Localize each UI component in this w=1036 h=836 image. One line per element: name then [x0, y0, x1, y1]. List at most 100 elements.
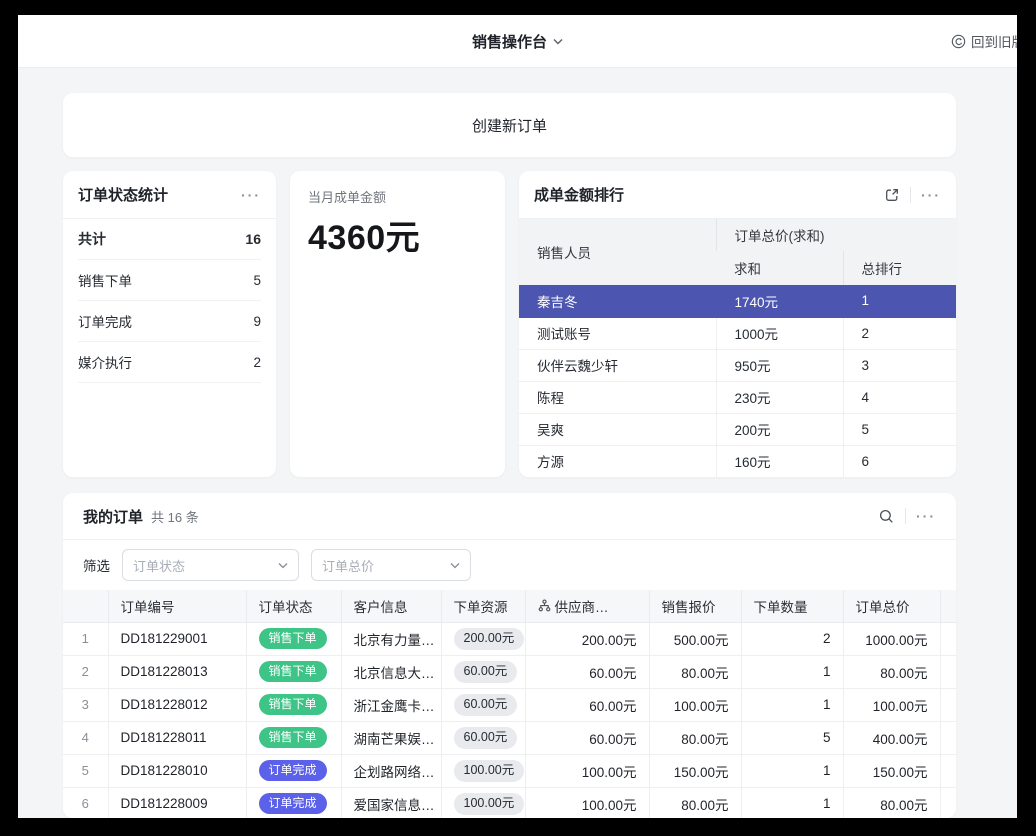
sales-quote-cell: 100.00元: [649, 688, 741, 721]
quantity-cell: 5: [741, 721, 843, 754]
order-status-cell: 销售下单: [246, 655, 341, 688]
order-row[interactable]: 2 DD181228013 销售下单 北京信息大… 60.00元 60.00元 …: [63, 655, 956, 688]
customer-info-cell: 北京有力量…: [341, 622, 441, 655]
orders-table-body: 1 DD181229001 销售下单 北京有力量… 200.00元 200.00…: [63, 622, 956, 818]
supplier-amount-cell: 60.00元: [525, 721, 649, 754]
sales-quote-cell: 500.00元: [649, 622, 741, 655]
app-window: 销售操作台 回到旧版 创建新订单 订单状态统计: [18, 15, 1017, 818]
back-label: 回到旧版: [971, 31, 1017, 51]
order-row[interactable]: 5 DD181228010 订单完成 企划路网络… 100.00元 100.00…: [63, 754, 956, 787]
order-row[interactable]: 6 DD181228009 订单完成 爱国家信息… 100.00元 100.00…: [63, 787, 956, 818]
page-content: 创建新订单 订单状态统计 ··· 共计 16 销售下单 5: [18, 68, 1017, 818]
filter-label: 筛选: [83, 555, 110, 575]
ranking-sum-value: 200元: [716, 413, 843, 445]
ranking-person-name: 方源: [519, 445, 716, 477]
status-row-order-complete[interactable]: 订单完成 9: [78, 301, 261, 342]
order-row[interactable]: 4 DD181228011 销售下单 湖南芒果娱… 60.00元 60.00元 …: [63, 721, 956, 754]
order-row[interactable]: 1 DD181229001 销售下单 北京有力量… 200.00元 200.00…: [63, 622, 956, 655]
order-number-cell: DD181228011: [108, 721, 246, 754]
col-customer-info[interactable]: 客户信息: [341, 590, 441, 622]
ranking-row[interactable]: 方源 160元 6: [519, 445, 956, 477]
order-total-cell: 400.00元: [843, 721, 940, 754]
sales-quote-cell: 80.00元: [649, 787, 741, 818]
status-row-media-exec[interactable]: 媒介执行 2: [78, 342, 261, 383]
status-value: 9: [253, 314, 261, 329]
status-row-total[interactable]: 共计 16: [78, 219, 261, 260]
order-resource-cell: 200.00元: [441, 622, 525, 655]
col-order-quantity[interactable]: 下单数量: [741, 590, 843, 622]
more-menu-icon[interactable]: ···: [916, 508, 936, 524]
filler-cell: [940, 655, 956, 688]
order-total-cell: 80.00元: [843, 655, 940, 688]
order-row-number: 3: [63, 688, 108, 721]
status-value: 5: [253, 273, 261, 288]
resource-amount-pill: 200.00元: [454, 628, 525, 650]
ranking-row[interactable]: 伙伴云魏少轩 950元 3: [519, 349, 956, 381]
order-number-cell: DD181229001: [108, 622, 246, 655]
order-status-cell: 订单完成: [246, 754, 341, 787]
order-row-number: 2: [63, 655, 108, 688]
ranking-person-name: 秦吉冬: [519, 285, 716, 317]
order-resource-cell: 60.00元: [441, 721, 525, 754]
export-icon[interactable]: [884, 187, 900, 203]
status-label: 媒介执行: [78, 352, 132, 372]
search-icon[interactable]: [878, 508, 895, 525]
ranking-rank-value: 1: [843, 285, 956, 317]
ranking-rank-value: 5: [843, 413, 956, 445]
resource-amount-pill: 60.00元: [454, 661, 518, 683]
ranking-rank-value: 3: [843, 349, 956, 381]
more-menu-icon[interactable]: ···: [241, 187, 261, 203]
col-order-number[interactable]: 订单编号: [108, 590, 246, 622]
ranking-row[interactable]: 吴爽 200元 5: [519, 413, 956, 445]
create-order-button[interactable]: 创建新订单: [63, 93, 956, 157]
chevron-down-icon: [553, 38, 563, 45]
monthly-amount-card: 当月成单金额 4360元: [290, 171, 505, 477]
col-order-status[interactable]: 订单状态: [246, 590, 341, 622]
order-total-cell: 1000.00元: [843, 622, 940, 655]
orders-card-header: 我的订单 共 16 条 ···: [63, 493, 956, 540]
ranking-card-header: 成单金额排行 ···: [519, 171, 956, 219]
filter-row: 筛选 订单状态 订单总价: [63, 540, 956, 590]
orders-count: 共 16 条: [151, 507, 199, 526]
order-row-number: 1: [63, 622, 108, 655]
row-number-header: [63, 590, 108, 622]
ranking-col-person: 销售人员: [519, 219, 716, 285]
order-row[interactable]: 3 DD181228012 销售下单 浙江金鹰卡… 60.00元 60.00元 …: [63, 688, 956, 721]
topbar: 销售操作台 回到旧版: [18, 15, 1017, 68]
ranking-row[interactable]: 陈程 230元 4: [519, 381, 956, 413]
orders-table-header-row: 订单编号 订单状态 客户信息 下单资源: [63, 590, 956, 622]
chevron-down-icon: [450, 562, 460, 569]
more-menu-icon[interactable]: ···: [921, 187, 941, 203]
status-row-sales-order[interactable]: 销售下单 5: [78, 260, 261, 301]
filler-cell: [940, 787, 956, 818]
quantity-cell: 1: [741, 787, 843, 818]
back-to-old-version-button[interactable]: 回到旧版: [951, 31, 1017, 51]
filler-cell: [940, 754, 956, 787]
ranking-person-name: 陈程: [519, 381, 716, 413]
order-status-cell: 销售下单: [246, 721, 341, 754]
status-value: 2: [253, 355, 261, 370]
ranking-col-rank: 总排行: [843, 251, 956, 285]
quantity-cell: 1: [741, 754, 843, 787]
col-sales-quote[interactable]: 销售报价: [649, 590, 741, 622]
dashboard-title-dropdown[interactable]: 销售操作台: [472, 31, 563, 52]
supplier-amount-cell: 60.00元: [525, 688, 649, 721]
orders-title: 我的订单: [83, 506, 143, 527]
order-total-filter-select[interactable]: 订单总价: [311, 549, 471, 581]
order-number-cell: DD181228012: [108, 688, 246, 721]
page-title: 销售操作台: [472, 31, 547, 52]
resource-amount-pill: 60.00元: [454, 727, 518, 749]
col-order-total[interactable]: 订单总价: [843, 590, 940, 622]
ranking-col-group: 订单总价(求和): [716, 219, 956, 251]
filler-cell: [940, 622, 956, 655]
order-resource-cell: 100.00元: [441, 754, 525, 787]
ranking-row[interactable]: 测试账号 1000元 2: [519, 317, 956, 349]
col-supplier[interactable]: 供应商…: [525, 590, 649, 622]
col-order-resource[interactable]: 下单资源: [441, 590, 525, 622]
ranking-row[interactable]: 秦吉冬 1740元 1: [519, 285, 956, 317]
resource-amount-pill: 100.00元: [454, 760, 525, 782]
quantity-cell: 1: [741, 688, 843, 721]
filler-cell: [940, 721, 956, 754]
order-status-filter-select[interactable]: 订单状态: [122, 549, 299, 581]
order-row-number: 5: [63, 754, 108, 787]
